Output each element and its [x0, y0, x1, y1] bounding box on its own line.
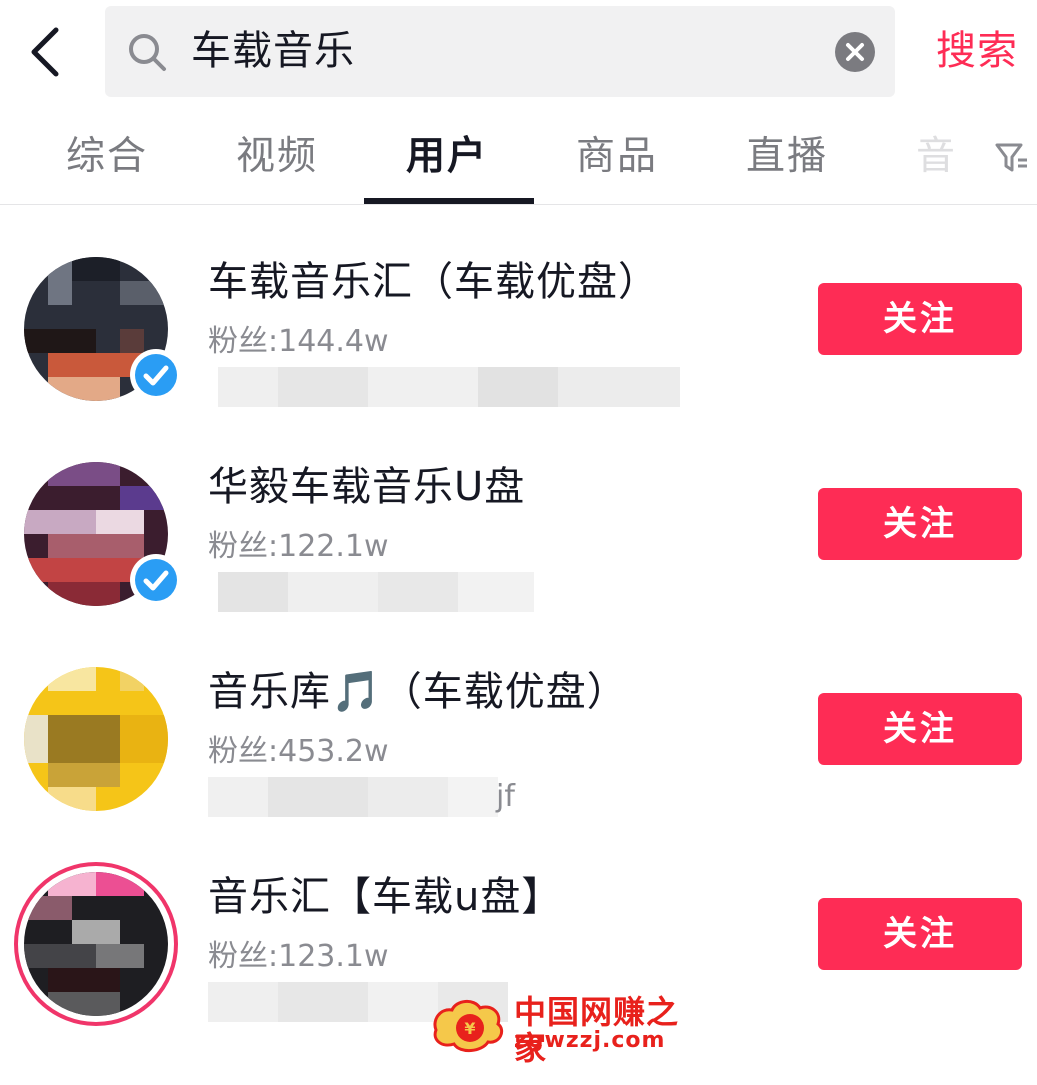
tab-comprehensive[interactable]: 综合: [66, 132, 148, 182]
filter-icon[interactable]: [994, 140, 1030, 176]
avatar[interactable]: [24, 872, 168, 1016]
description-tail: jf: [496, 779, 515, 814]
top-bar: 车载音乐 搜索: [0, 0, 1037, 110]
tab-live[interactable]: 直播: [746, 132, 828, 182]
list-item[interactable]: 华毅车载音乐U盘 粉丝:122.1w 关注: [0, 410, 1037, 615]
user-name[interactable]: 音乐汇【车载u盘】: [208, 870, 562, 924]
list-item[interactable]: 车载音乐汇（车载优盘） 粉丝:144.4w 关注: [0, 205, 1037, 410]
follow-button[interactable]: 关注: [818, 283, 1022, 355]
tab-users[interactable]: 用户: [406, 132, 488, 182]
follow-button[interactable]: 关注: [818, 693, 1022, 765]
user-name[interactable]: 音乐库🎵（车载优盘）: [208, 665, 628, 719]
blurred-description: [208, 367, 680, 407]
search-tabs: 综合 视频 用户 商品 直播 音: [0, 110, 1037, 204]
watermark-url: zgwzzj.com: [514, 1028, 666, 1053]
watermark: ¥ 中国网赚之家 zgwzzj.com: [430, 990, 680, 1066]
follow-button[interactable]: 关注: [818, 898, 1022, 970]
fan-count: 粉丝:123.1w: [208, 939, 389, 974]
list-item[interactable]: 音乐库🎵（车载优盘） 粉丝:453.2w jf 关注: [0, 615, 1037, 820]
tab-products[interactable]: 商品: [576, 132, 658, 182]
user-name[interactable]: 车载音乐汇（车载优盘）: [208, 255, 659, 309]
verified-badge-icon: [130, 554, 182, 606]
blurred-description: [208, 777, 498, 817]
search-button[interactable]: 搜索: [936, 26, 1018, 76]
clear-icon[interactable]: [835, 32, 875, 72]
verified-badge-icon: [130, 349, 182, 401]
avatar[interactable]: [24, 667, 168, 811]
svg-text:¥: ¥: [464, 1019, 475, 1038]
fan-count: 粉丝:122.1w: [208, 529, 389, 564]
watermark-logo-icon: ¥: [433, 1000, 504, 1052]
fan-count: 粉丝:144.4w: [208, 324, 389, 359]
follow-button[interactable]: 关注: [818, 488, 1022, 560]
fan-count: 粉丝:453.2w: [208, 734, 389, 769]
blurred-description: [208, 572, 534, 612]
tab-music[interactable]: 音: [916, 132, 957, 182]
search-icon: [129, 34, 166, 71]
back-arrow-icon[interactable]: [22, 22, 72, 82]
user-name[interactable]: 华毅车载音乐U盘: [208, 460, 525, 514]
tab-videos[interactable]: 视频: [236, 132, 318, 182]
search-input[interactable]: 车载音乐: [191, 26, 355, 76]
search-box[interactable]: 车载音乐: [105, 6, 895, 97]
